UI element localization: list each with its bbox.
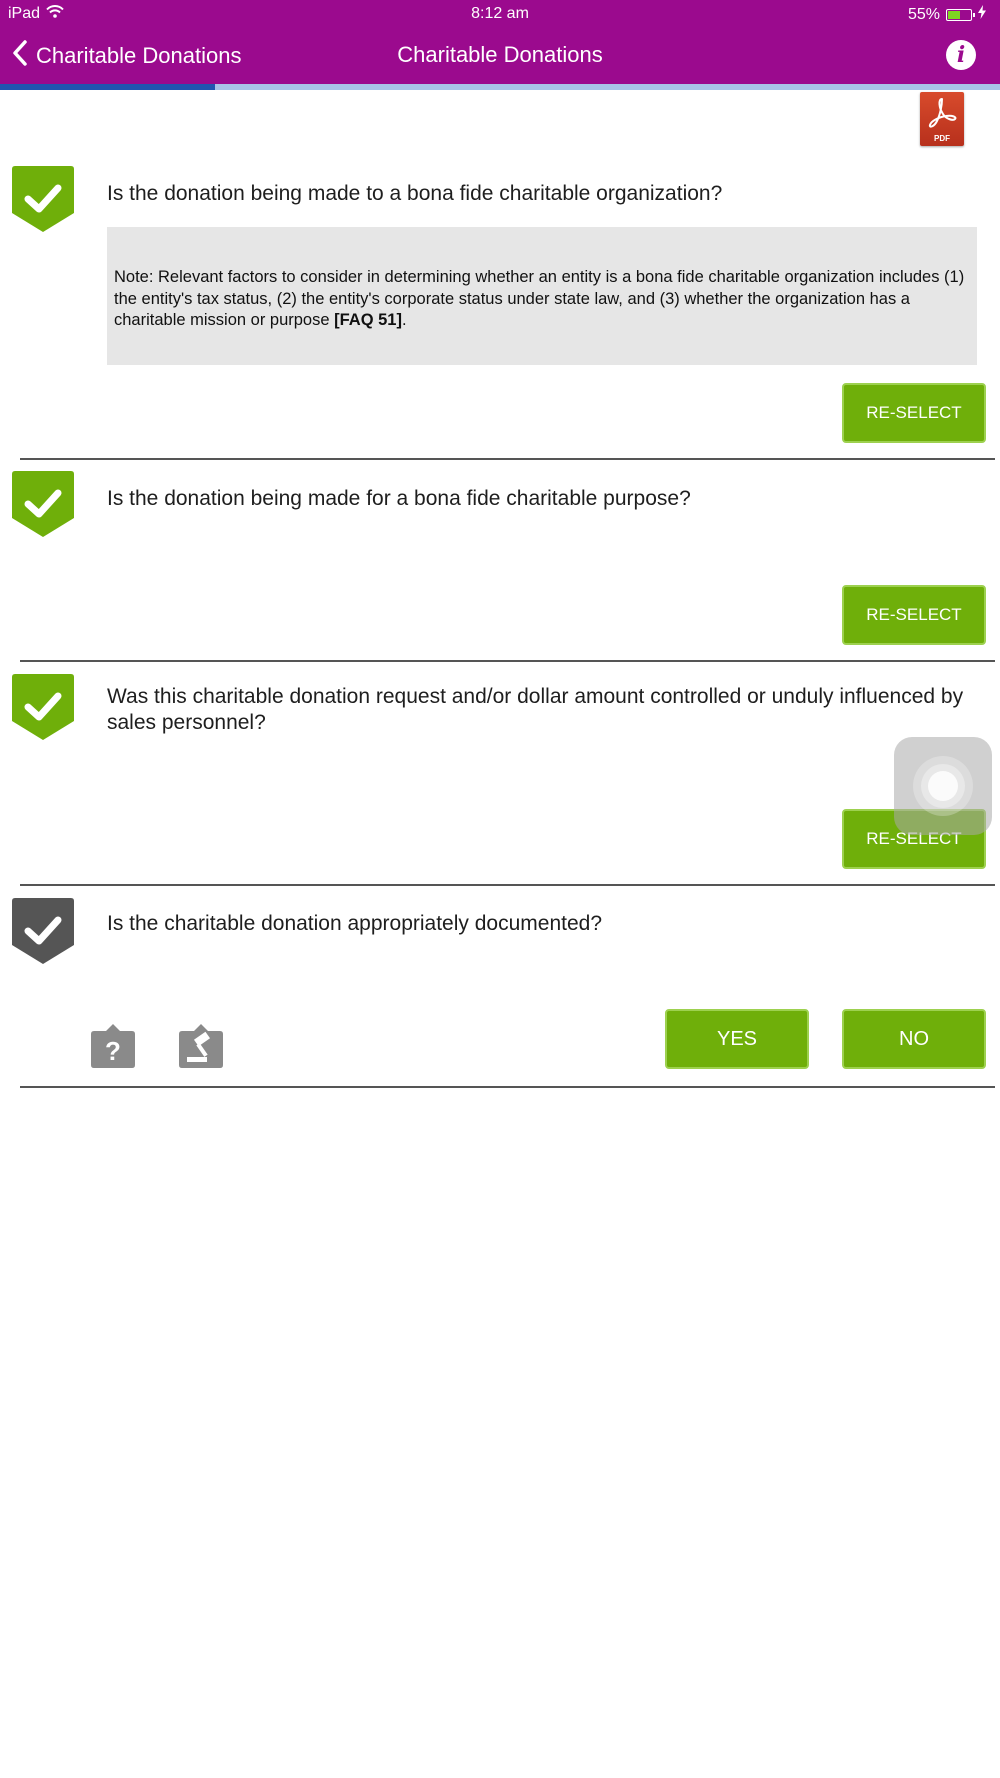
status-right: 55% bbox=[908, 5, 986, 24]
help-question-icon[interactable]: ? bbox=[90, 1023, 136, 1069]
no-button[interactable]: NO bbox=[842, 1009, 986, 1069]
checkmark-badge-icon bbox=[12, 166, 74, 232]
progress-fill bbox=[0, 84, 215, 90]
checkmark-badge-icon bbox=[12, 471, 74, 537]
divider bbox=[20, 1086, 995, 1088]
charging-icon bbox=[978, 5, 986, 24]
help-glyph: ? bbox=[105, 1036, 121, 1066]
divider bbox=[20, 884, 995, 886]
question-text: Is the donation being made for a bona fi… bbox=[107, 487, 691, 510]
status-bar: iPad 8:12 am 55% bbox=[0, 0, 1000, 28]
nav-bar: Charitable Donations Charitable Donation… bbox=[0, 28, 1000, 84]
assistive-ring-inner bbox=[928, 771, 958, 801]
info-icon[interactable]: i bbox=[946, 40, 976, 70]
progress-track bbox=[0, 84, 1000, 90]
note-box: Note: Relevant factors to consider in de… bbox=[107, 227, 977, 365]
divider bbox=[20, 458, 995, 460]
top-bar: iPad 8:12 am 55% Charitable Donations Ch… bbox=[0, 0, 1000, 84]
faq-reference: [FAQ 51] bbox=[334, 311, 402, 329]
app-root: iPad 8:12 am 55% Charitable Donations Ch… bbox=[0, 0, 1000, 1778]
divider bbox=[20, 660, 995, 662]
reselect-button[interactable]: RE-SELECT bbox=[842, 383, 986, 443]
gavel-icon[interactable] bbox=[178, 1023, 224, 1069]
status-time: 8:12 am bbox=[471, 5, 529, 22]
question-text: Was this charitable donation request and… bbox=[107, 685, 964, 734]
question-text: Is the donation being made to a bona fid… bbox=[107, 182, 723, 205]
question-text: Is the charitable donation appropriately… bbox=[107, 912, 602, 935]
battery-icon bbox=[946, 8, 975, 21]
note-end: . bbox=[401, 311, 407, 329]
reselect-button[interactable]: RE-SELECT bbox=[842, 585, 986, 645]
note-text: Note: Relevant factors to consider in de… bbox=[114, 268, 965, 329]
pdf-icon[interactable]: PDF bbox=[920, 92, 964, 146]
checkmark-badge-icon bbox=[12, 674, 74, 740]
assistive-touch-button[interactable] bbox=[894, 737, 992, 835]
yes-button[interactable]: YES bbox=[665, 1009, 809, 1069]
pdf-label: PDF bbox=[934, 134, 950, 143]
page-title: Charitable Donations bbox=[397, 42, 603, 67]
battery-percent: 55% bbox=[907, 5, 940, 23]
checkmark-badge-icon bbox=[12, 898, 74, 964]
